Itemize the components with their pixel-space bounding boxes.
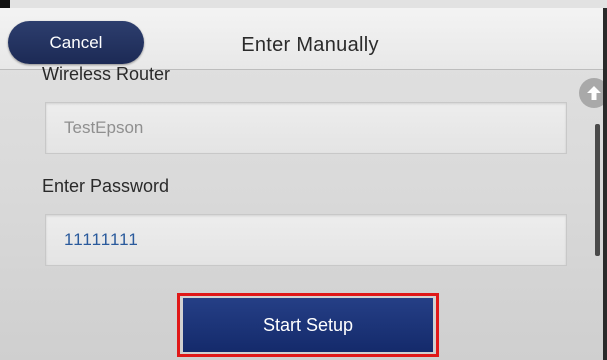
arrow-up-icon <box>587 86 601 100</box>
scroll-thumb[interactable] <box>595 124 600 256</box>
password-label: Enter Password <box>42 176 170 196</box>
start-setup-button[interactable]: Start Setup <box>183 298 433 352</box>
password-field[interactable]: 11111111 <box>45 214 567 266</box>
page-title: Enter Manually <box>241 34 379 56</box>
bezel-edge <box>603 8 607 360</box>
wireless-router-value: TestEpson <box>64 118 144 137</box>
wireless-router-field[interactable]: TestEpson <box>45 102 567 154</box>
wireless-router-label: Wireless Router <box>42 64 171 84</box>
header-bar: Cancel Enter Manually <box>0 8 607 70</box>
password-value: 11111111 <box>64 230 139 249</box>
printer-screen: Cancel Enter Manually Wireless Router Te… <box>0 0 607 360</box>
cancel-button[interactable]: Cancel <box>8 21 144 64</box>
